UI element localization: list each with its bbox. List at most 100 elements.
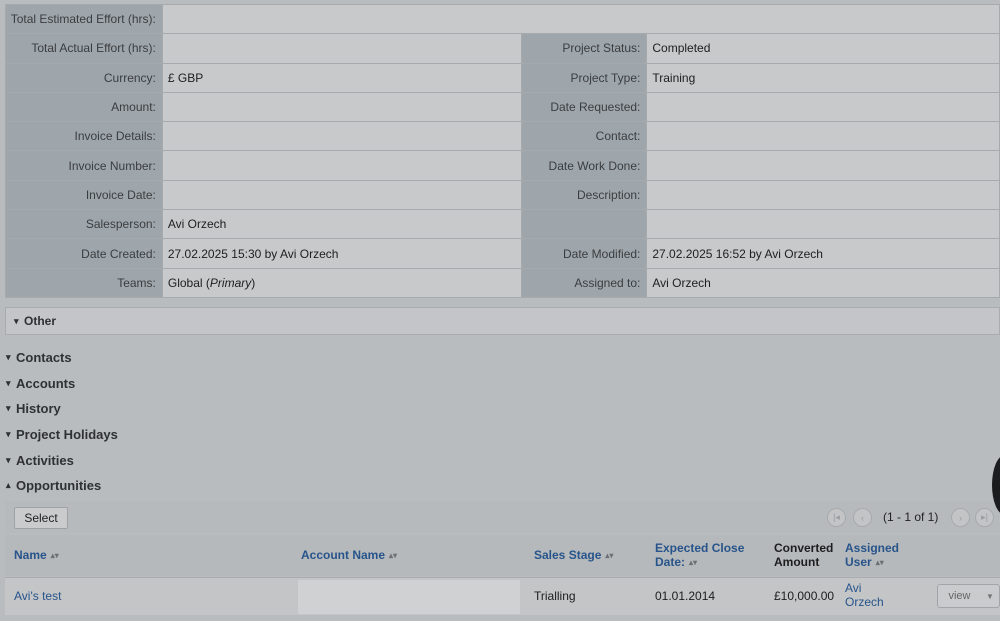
- col-assigned-user[interactable]: Assigned User ▴▾: [845, 541, 899, 570]
- assigned-user-link[interactable]: Avi Orzech: [845, 581, 884, 609]
- field-label: Amount:: [5, 91, 163, 123]
- subpanel-title: Activities: [16, 452, 74, 468]
- project-type-value: Training: [646, 62, 1000, 93]
- field-value: [646, 179, 1000, 211]
- expected-close-value: 01.01.2014: [655, 589, 716, 603]
- field-label: Total Estimated Effort (hrs):: [5, 3, 163, 35]
- subpanel-title: History: [16, 400, 61, 416]
- field-label: Project Type:: [521, 62, 648, 93]
- col-account-name-label: Account Name: [301, 548, 386, 562]
- salesperson-value: Avi Orzech: [161, 209, 523, 240]
- account-name-cell: [298, 580, 520, 614]
- subpanel-contacts[interactable]: ▾ Contacts: [6, 347, 72, 367]
- opportunity-name-link[interactable]: Avi's test: [14, 589, 61, 603]
- converted-amount-value: £10,000.00: [774, 589, 835, 603]
- field-label: Assigned to:: [521, 267, 648, 298]
- col-expected-close-label-2: Date:: [655, 555, 686, 569]
- chevron-down-icon: ▾: [6, 454, 11, 465]
- field-value: [646, 91, 1000, 123]
- first-page-icon[interactable]: |◂: [827, 508, 846, 527]
- chevron-down-icon: ▾: [6, 402, 11, 413]
- sort-icon: ▴▾: [605, 551, 614, 561]
- subpanel-history[interactable]: ▾ History: [6, 398, 61, 418]
- col-name[interactable]: Name ▴▾: [14, 548, 59, 562]
- field-label: Date Requested:: [521, 91, 648, 123]
- field-label: Project Status:: [521, 33, 648, 64]
- col-assigned-label: Assigned: [845, 541, 900, 555]
- col-assigned-label-2: User: [845, 555, 872, 569]
- assigned-user-first: Avi: [845, 581, 862, 595]
- sort-icon: ▴▾: [50, 551, 59, 561]
- prev-page-icon[interactable]: ‹: [853, 508, 872, 527]
- col-sales-stage-label: Sales Stage: [534, 548, 602, 562]
- col-account-name[interactable]: Account Name ▴▾: [301, 548, 397, 562]
- panel-other[interactable]: ▾ Other: [5, 307, 1000, 335]
- chevron-down-icon[interactable]: ▼: [981, 584, 1000, 608]
- chevron-down-icon: ▾: [14, 315, 19, 326]
- chevron-down-icon: ▾: [6, 351, 11, 362]
- teams-value: Global (Primary): [161, 267, 523, 298]
- field-label: Invoice Number:: [5, 150, 163, 181]
- team-name: Global: [167, 275, 203, 290]
- panel-title: Other: [24, 314, 57, 328]
- field-label: Currency:: [5, 62, 163, 93]
- sort-icon: ▴▾: [389, 551, 398, 561]
- subpanel-activities[interactable]: ▾ Activities: [6, 450, 74, 470]
- subpanel-project-holidays[interactable]: ▾ Project Holidays: [6, 424, 118, 444]
- opportunities-list-header: Name ▴▾ Account Name ▴▾ Sales Stage ▴▾ Expe…: [5, 535, 1000, 576]
- field-label: Teams:: [5, 267, 163, 298]
- field-label: Salesperson:: [5, 209, 163, 240]
- field-value: [161, 3, 1000, 35]
- field-value: [161, 150, 523, 181]
- currency-value: £ GBP: [161, 62, 523, 93]
- col-converted-label: Converted: [774, 541, 834, 555]
- col-expected-close-label: Expected Close: [655, 541, 745, 555]
- project-detail-table: Total Estimated Effort (hrs): Total Actu…: [5, 3, 1000, 298]
- table-row: Avi's test Trialling 01.01.2014 £10,000.…: [5, 577, 1000, 615]
- field-value: [161, 179, 523, 211]
- field-value: [161, 91, 523, 123]
- field-value: [646, 150, 1000, 181]
- subpanel-title: Accounts: [16, 375, 76, 391]
- select-button[interactable]: Select: [14, 507, 68, 529]
- chevron-up-icon: ▴: [6, 479, 11, 490]
- subpanel-accounts[interactable]: ▾ Accounts: [6, 373, 75, 393]
- field-value: [161, 121, 523, 152]
- field-value: [646, 121, 1000, 152]
- field-label: Date Modified:: [521, 238, 648, 269]
- field-label: Invoice Details:: [5, 121, 163, 152]
- field-value: [161, 33, 523, 64]
- chevron-down-icon: ▾: [6, 428, 11, 439]
- next-page-icon[interactable]: ›: [951, 508, 970, 527]
- subpanel-title: Opportunities: [16, 477, 102, 493]
- subpanel-title: Project Holidays: [16, 426, 118, 442]
- subpanel-title: Contacts: [16, 349, 72, 365]
- col-expected-close[interactable]: Expected Close Date: ▴▾: [655, 541, 744, 570]
- assigned-user-last: Orzech: [845, 595, 884, 609]
- assigned-to-value: Avi Orzech: [646, 267, 1000, 298]
- col-sales-stage[interactable]: Sales Stage ▴▾: [534, 548, 613, 562]
- field-label: Invoice Date:: [5, 179, 163, 211]
- team-primary-tag: Primary: [209, 275, 252, 290]
- subpanel-opportunities[interactable]: ▴ Opportunities: [6, 475, 101, 495]
- empty-label: [521, 209, 648, 240]
- date-created-value: 27.02.2025 15:30 by Avi Orzech: [161, 238, 523, 269]
- field-label: Contact:: [521, 121, 648, 152]
- opportunities-toolbar: Select |◂ ‹ (1 - 1 of 1) › ▸|: [5, 501, 1000, 533]
- date-modified-value: 27.02.2025 16:52 by Avi Orzech: [646, 238, 1000, 269]
- last-page-icon[interactable]: ▸|: [975, 508, 994, 527]
- field-label: Date Work Done:: [521, 150, 648, 181]
- col-converted-amount: Converted Amount: [774, 541, 833, 569]
- pagination-count: (1 - 1 of 1): [883, 510, 939, 524]
- field-label: Description:: [521, 179, 648, 211]
- project-status-value: Completed: [646, 33, 1000, 64]
- col-converted-label-2: Amount: [774, 555, 820, 569]
- sales-stage-value: Trialling: [534, 589, 576, 603]
- sort-icon: ▴▾: [875, 557, 884, 567]
- field-label: Date Created:: [5, 238, 163, 269]
- field-label: Total Actual Effort (hrs):: [5, 33, 163, 64]
- chevron-down-icon: ▾: [6, 377, 11, 388]
- col-name-label: Name: [14, 548, 47, 562]
- empty-value: [646, 209, 1000, 240]
- view-button[interactable]: view: [937, 584, 982, 608]
